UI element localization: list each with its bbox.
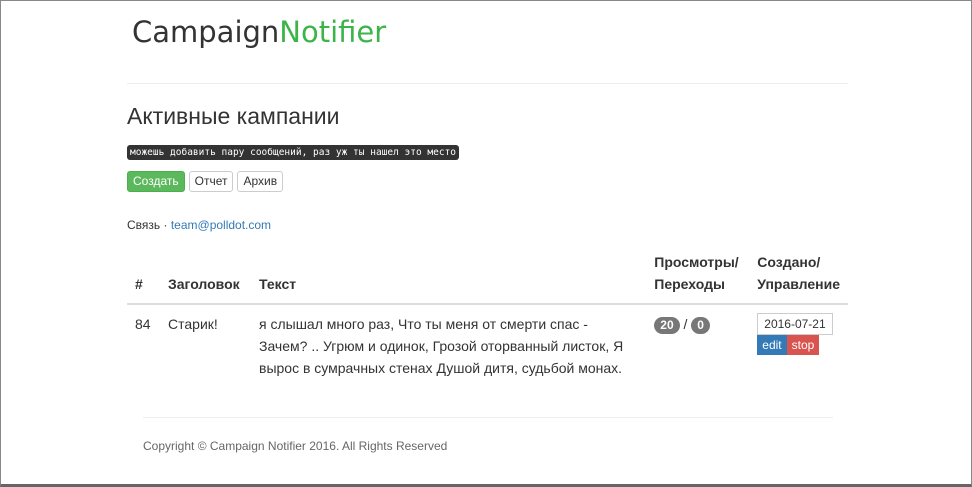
col-text: Текст — [251, 247, 647, 305]
col-created: Создано/ Управление — [749, 247, 848, 305]
email-link[interactable]: team@polldot.com — [171, 218, 271, 232]
footer: Copyright © Campaign Notifier 2016. All … — [143, 439, 448, 453]
divider — [127, 83, 848, 84]
date-field: 2016-07-21 — [757, 313, 833, 335]
contact: Связь · team@polldot.com — [127, 218, 272, 232]
row-text: я слышал много раз, Что ты меня от смерт… — [259, 316, 624, 376]
archive-button[interactable]: Архив — [237, 171, 284, 192]
row-manage: 2016-07-21 edit stop — [749, 304, 848, 387]
divider — [143, 417, 833, 418]
views-badge: 20 — [654, 317, 680, 334]
col-id: # — [127, 247, 160, 305]
page-title: Активные кампании — [127, 103, 340, 129]
clicks-badge: 0 — [691, 317, 710, 334]
table-row: 84 Старик! я слышал много раз, Что ты ме… — [127, 304, 848, 387]
col-stats: Просмотры/ Переходы — [646, 247, 750, 305]
create-button[interactable]: Создать — [127, 171, 185, 192]
brand-logo[interactable]: CampaignNotifier — [132, 15, 386, 49]
row-title: Старик! — [168, 316, 218, 332]
campaigns-table: # Заголовок Текст Просмотры/ Переходы Со… — [127, 247, 848, 387]
hint-code: можешь добавить пару сообщений, раз уж т… — [127, 145, 460, 160]
row-stats: 20 / 0 — [646, 304, 749, 387]
stop-button[interactable]: stop — [786, 335, 820, 355]
edit-button[interactable]: edit — [757, 335, 787, 355]
report-button[interactable]: Отчет — [188, 171, 234, 192]
row-id: 84 — [135, 316, 151, 332]
col-title: Заголовок — [160, 247, 251, 305]
